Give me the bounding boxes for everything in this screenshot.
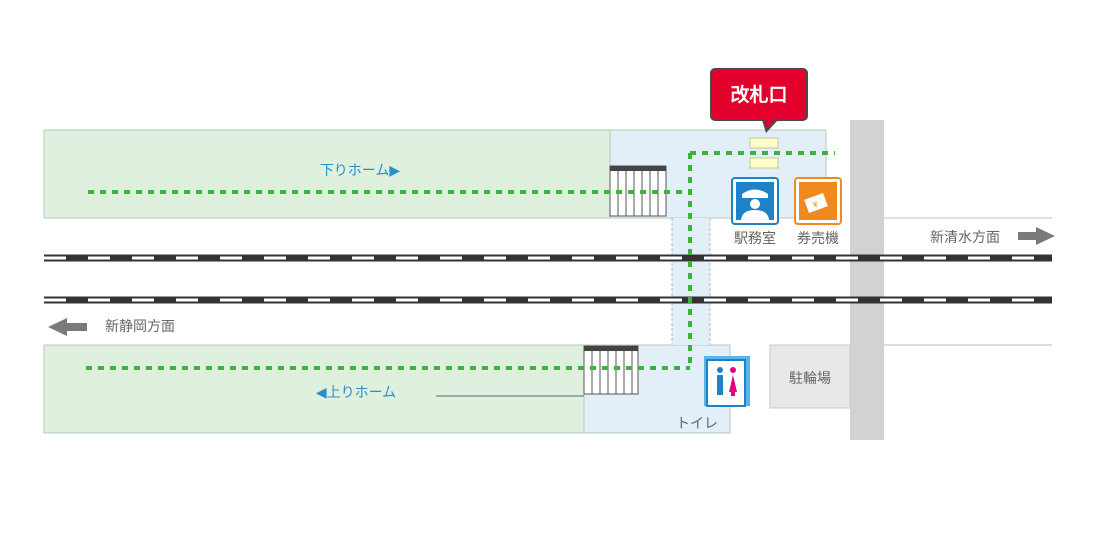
- direction-west-label: 新静岡方面: [105, 319, 175, 335]
- ticket-machine-icon: ¥: [794, 177, 842, 225]
- restroom-icon: [704, 356, 750, 407]
- up-platform-label: ◀上りホーム: [316, 385, 396, 401]
- arrow-right-icon: [1018, 227, 1055, 245]
- ticket-gate-1: [749, 137, 779, 149]
- down-platform-label: 下りホーム▶: [320, 163, 401, 179]
- station-map: 改札口 駅務室 ¥ 券売機 トイレ 駐輪場 下りホーム▶ ◀上りホーム 新清水方…: [43, 68, 1055, 440]
- roads: [850, 120, 1052, 440]
- down-platform-area: [43, 129, 827, 219]
- bicycle-parking-label: 駐輪場: [789, 370, 831, 387]
- arrow-left-icon: [48, 318, 87, 336]
- station-staff-icon: [731, 177, 779, 225]
- toilet-label: トイレ: [676, 416, 718, 432]
- direction-east-label: 新清水方面: [930, 230, 1000, 246]
- ticket-gate-label: 改札口: [730, 83, 787, 106]
- vertical-road: [850, 120, 884, 440]
- ticket-gate-badge: 改札口: [710, 68, 808, 133]
- ticket-gate-2: [749, 157, 779, 169]
- railway-tracks: [44, 254, 1052, 304]
- ticket-machine-label: 券売機: [797, 231, 839, 247]
- station-office-label: 駅務室: [734, 230, 776, 247]
